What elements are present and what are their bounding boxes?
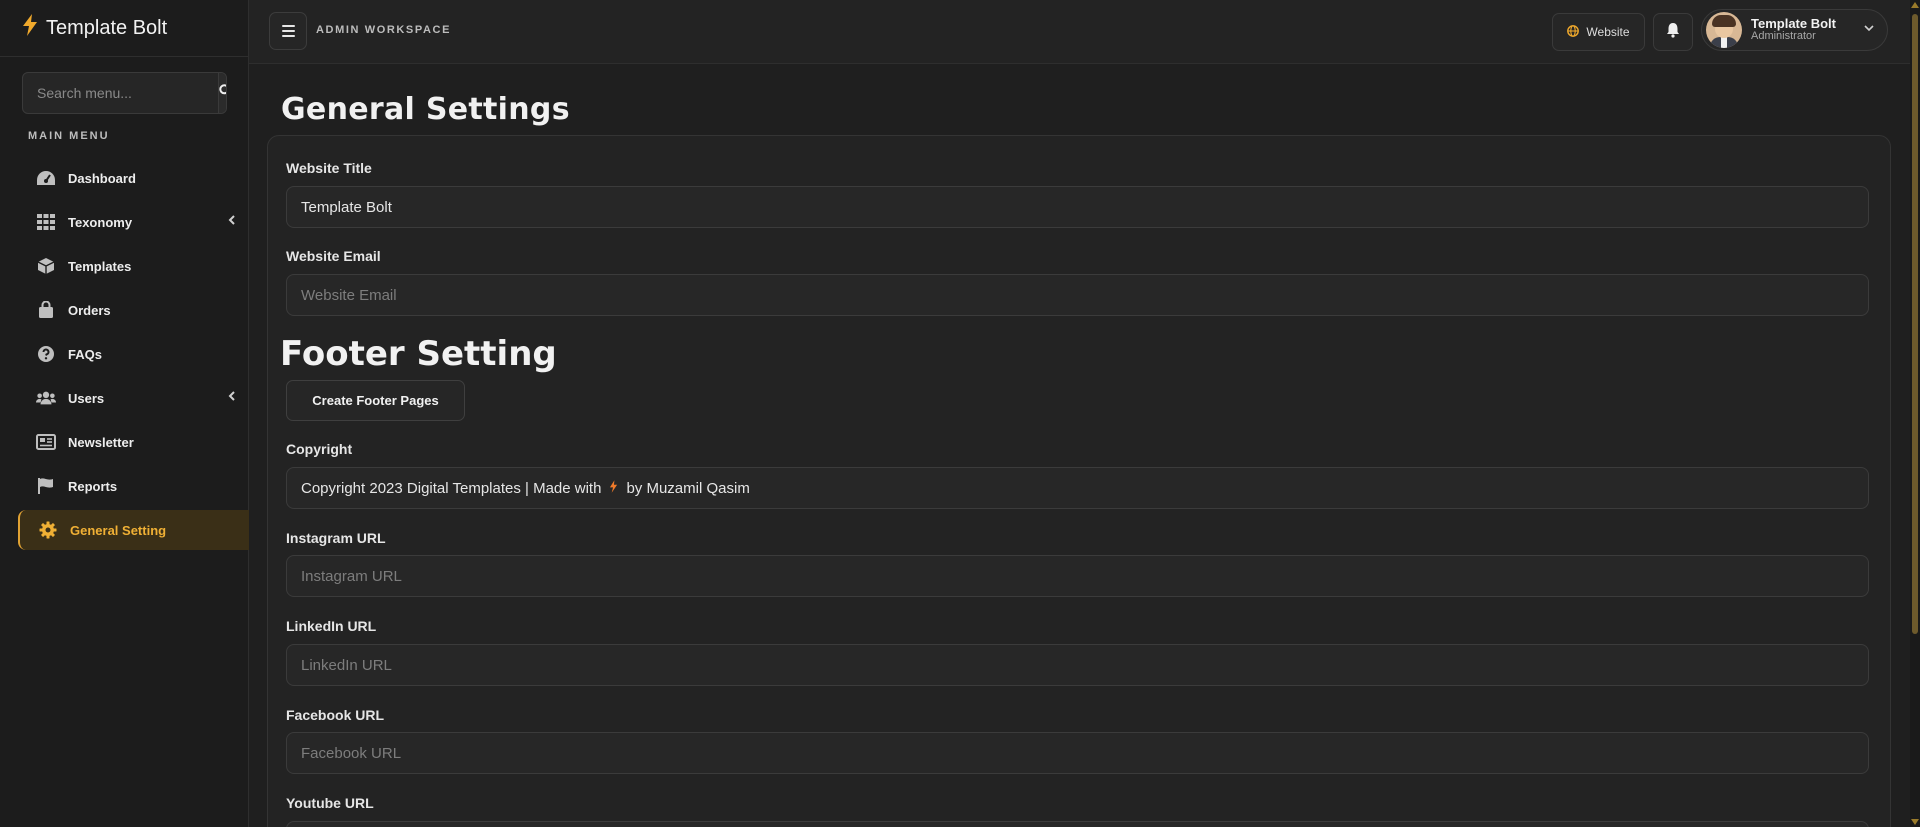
scroll-up-arrow-icon[interactable] — [1911, 2, 1919, 8]
sidebar-item-templates[interactable]: Templates — [18, 246, 249, 286]
workspace-label: ADMIN WORKSPACE — [316, 24, 452, 36]
sidebar-toggle-button[interactable] — [269, 12, 307, 50]
sidebar-item-users[interactable]: Users — [18, 378, 249, 418]
hamburger-icon — [281, 35, 295, 37]
lightning-bolt-icon — [609, 479, 618, 497]
hamburger-icon — [281, 25, 295, 27]
sidebar-item-general-setting[interactable]: General Setting — [18, 510, 249, 550]
facebook-url-label: Facebook URL — [286, 707, 385, 723]
sidebar-item-label: Dashboard — [68, 170, 136, 186]
gauge-icon — [36, 170, 56, 186]
admin-app: Template Bolt MAIN MENU Dashboard — [0, 0, 1920, 827]
brand[interactable]: Template Bolt — [0, 0, 248, 57]
sidebar: Template Bolt MAIN MENU Dashboard — [0, 0, 249, 827]
cube-icon — [36, 257, 56, 275]
instagram-url-input[interactable]: Instagram URL — [286, 555, 1869, 597]
sidebar-item-label: General Setting — [70, 522, 167, 538]
sidebar-item-label: Users — [68, 390, 105, 406]
question-circle-icon — [36, 345, 56, 363]
grid-icon — [36, 214, 56, 230]
sidebar-item-label: Newsletter — [68, 434, 134, 450]
chevron-left-icon — [228, 391, 235, 404]
menu-search — [22, 72, 227, 114]
create-footer-pages-button[interactable]: Create Footer Pages — [286, 380, 465, 421]
flag-icon — [36, 477, 56, 495]
sidebar-item-label: Orders — [68, 302, 111, 318]
user-meta: Template Bolt Administrator — [1751, 17, 1836, 43]
website-email-input[interactable]: Website Email — [286, 274, 1869, 316]
youtube-url-input[interactable] — [286, 821, 1869, 827]
website-button-label: Website — [1586, 25, 1630, 39]
facebook-url-input[interactable]: Facebook URL — [286, 732, 1869, 774]
sidebar-item-label: FAQs — [68, 346, 102, 362]
sidebar-item-label: Reports — [68, 478, 118, 494]
sidebar-item-texonomy[interactable]: Texonomy — [18, 202, 249, 242]
search-icon — [219, 84, 226, 102]
website-email-label: Website Email — [286, 248, 381, 264]
hamburger-icon — [281, 30, 295, 32]
avatar — [1706, 12, 1742, 48]
settings-card: Website Title Template Bolt Website Emai… — [267, 135, 1891, 827]
copyright-text-end: by Muzamil Qasim — [626, 479, 750, 497]
sidebar-item-label: Texonomy — [68, 214, 133, 230]
gear-icon — [38, 521, 58, 539]
topbar: ADMIN WORKSPACE Website Template Bolt Ad… — [249, 0, 1910, 64]
chevron-down-icon — [1864, 23, 1874, 35]
copyright-label: Copyright — [286, 441, 353, 457]
linkedin-url-label: LinkedIn URL — [286, 618, 377, 634]
footer-section-title: Footer Setting — [280, 334, 557, 374]
youtube-url-label: Youtube URL — [286, 795, 374, 811]
newspaper-icon — [36, 434, 56, 450]
sidebar-item-label: Templates — [68, 258, 132, 274]
user-role: Administrator — [1751, 30, 1816, 42]
bell-icon — [1666, 22, 1680, 43]
menu-search-button[interactable] — [218, 73, 226, 113]
notifications-button[interactable] — [1653, 13, 1693, 51]
sidebar-item-newsletter[interactable]: Newsletter — [18, 422, 249, 462]
scrollbar-thumb[interactable] — [1912, 14, 1918, 634]
lightning-bolt-icon — [22, 14, 38, 42]
website-button[interactable]: Website — [1552, 13, 1645, 51]
sidebar-item-orders[interactable]: Orders — [18, 290, 249, 330]
main-menu-label: MAIN MENU — [28, 130, 110, 142]
instagram-url-label: Instagram URL — [286, 530, 386, 546]
linkedin-url-input[interactable]: LinkedIn URL — [286, 644, 1869, 686]
users-icon — [36, 390, 56, 406]
globe-icon — [1567, 24, 1580, 40]
user-name: Template Bolt — [1751, 16, 1836, 31]
chevron-left-icon — [228, 215, 235, 228]
scroll-down-arrow-icon[interactable] — [1911, 819, 1919, 825]
main-menu: Dashboard Texonomy Templates Orders FAQs… — [0, 158, 249, 550]
website-title-input[interactable]: Template Bolt — [286, 186, 1869, 228]
main-content: General Settings Website Title Template … — [249, 64, 1910, 827]
menu-search-input[interactable] — [23, 73, 218, 113]
shopping-bag-icon — [36, 301, 56, 319]
sidebar-item-dashboard[interactable]: Dashboard — [18, 158, 249, 198]
website-title-label: Website Title — [286, 160, 372, 176]
sidebar-item-reports[interactable]: Reports — [18, 466, 249, 506]
user-menu-button[interactable]: Template Bolt Administrator — [1701, 9, 1888, 51]
copyright-input[interactable]: Copyright 2023 Digital Templates | Made … — [286, 467, 1869, 509]
page-title: General Settings — [281, 92, 570, 127]
page-scrollbar[interactable] — [1910, 0, 1920, 827]
sidebar-item-faqs[interactable]: FAQs — [18, 334, 249, 374]
brand-name: Template Bolt — [46, 16, 168, 39]
copyright-text-start: Copyright 2023 Digital Templates | Made … — [301, 479, 602, 497]
